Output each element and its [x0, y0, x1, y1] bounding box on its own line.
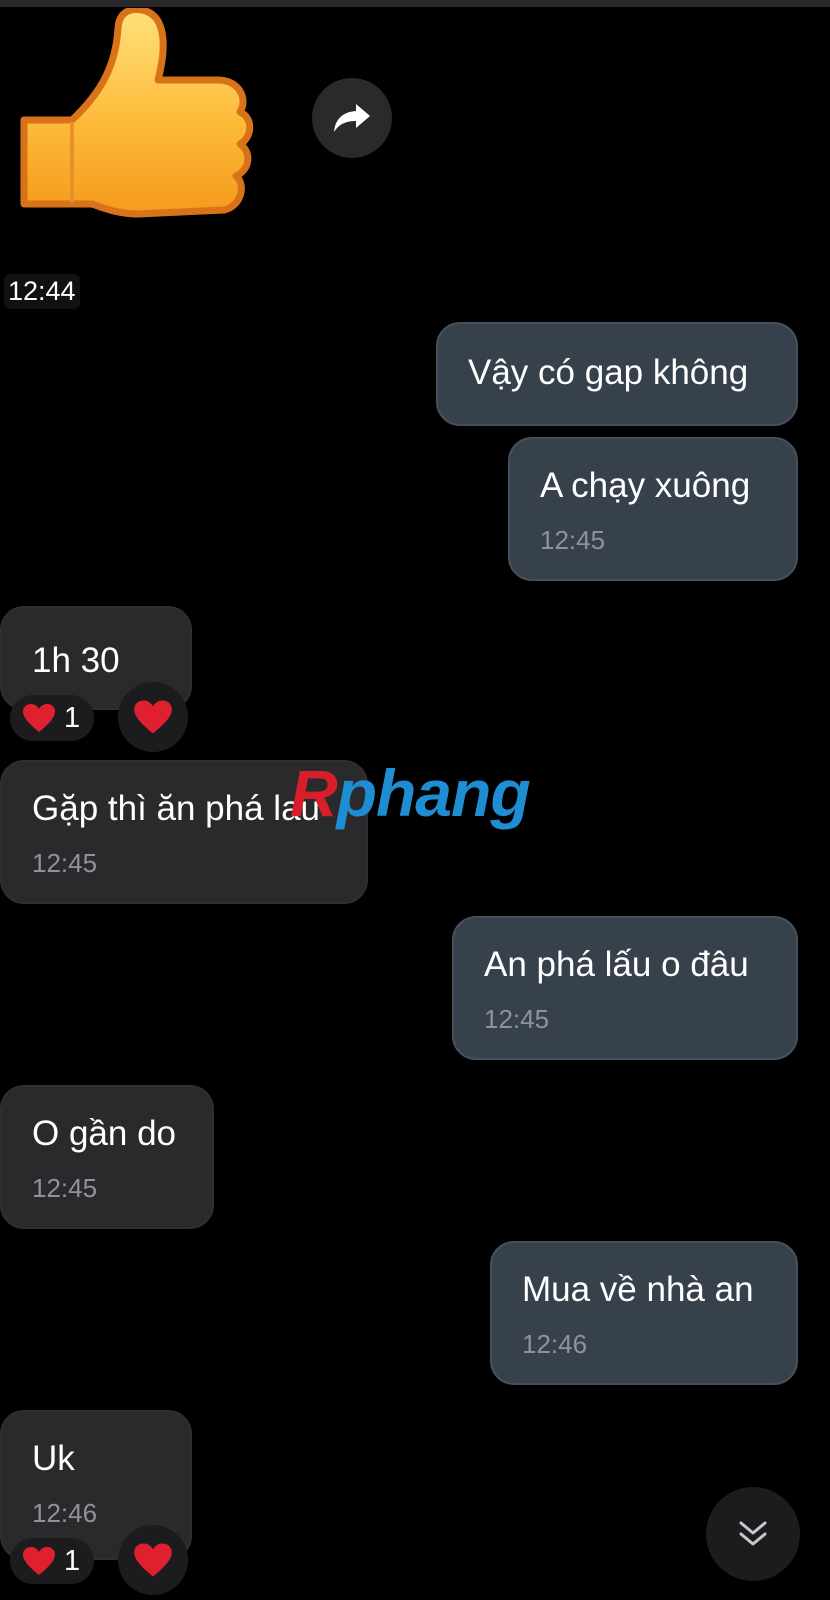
message-text: Mua về nhà an [522, 1270, 754, 1309]
message-text: Uk [32, 1439, 75, 1478]
message-bubble-outgoing[interactable]: A chạy xuông 12:45 [508, 437, 798, 581]
heart-icon [23, 704, 55, 732]
forward-button[interactable] [312, 78, 392, 158]
status-bar-edge [0, 0, 830, 7]
watermark-letter: R [290, 756, 338, 830]
message-timestamp: 12:46 [522, 1329, 588, 1359]
message-bubble-outgoing[interactable]: Vậy có gap không [436, 322, 798, 426]
react-heart-button[interactable] [118, 1525, 188, 1595]
message-timestamp: 12:45 [32, 848, 98, 878]
message-timestamp: 12:45 [540, 525, 606, 555]
double-chevron-down-icon [739, 1521, 767, 1546]
scroll-to-bottom-button[interactable] [706, 1487, 800, 1581]
reaction-count: 1 [64, 701, 81, 734]
message-timestamp: 12:45 [484, 1004, 550, 1034]
thumbs-up-sticker[interactable] [18, 6, 258, 248]
message-text: 1h 30 [32, 641, 120, 680]
react-heart-button[interactable] [118, 682, 188, 752]
reaction-badge[interactable]: 1 [10, 1538, 94, 1584]
sticker-timestamp: 12:44 [4, 274, 80, 309]
heart-icon [134, 1543, 172, 1577]
watermark-logo: Rphang [290, 756, 531, 830]
message-timestamp: 12:45 [32, 1173, 98, 1203]
thumbs-up-icon [20, 6, 254, 218]
message-timestamp: 12:46 [32, 1498, 98, 1528]
reaction-badge[interactable]: 1 [10, 695, 94, 741]
message-bubble-incoming[interactable]: O gần do 12:45 [0, 1085, 214, 1229]
message-text: Vậy có gap không [468, 353, 749, 392]
share-arrow-icon [334, 104, 370, 132]
reaction-count: 1 [64, 1544, 81, 1577]
message-bubble-outgoing[interactable]: Mua về nhà an 12:46 [490, 1241, 798, 1385]
heart-icon [23, 1547, 55, 1575]
message-text: A chạy xuông [540, 466, 751, 505]
watermark-text: phang [336, 756, 531, 830]
message-text: An phá lấu o đâu [484, 945, 749, 984]
message-text: O gần do [32, 1114, 176, 1153]
heart-icon [134, 700, 172, 734]
message-bubble-outgoing[interactable]: An phá lấu o đâu 12:45 [452, 916, 798, 1060]
